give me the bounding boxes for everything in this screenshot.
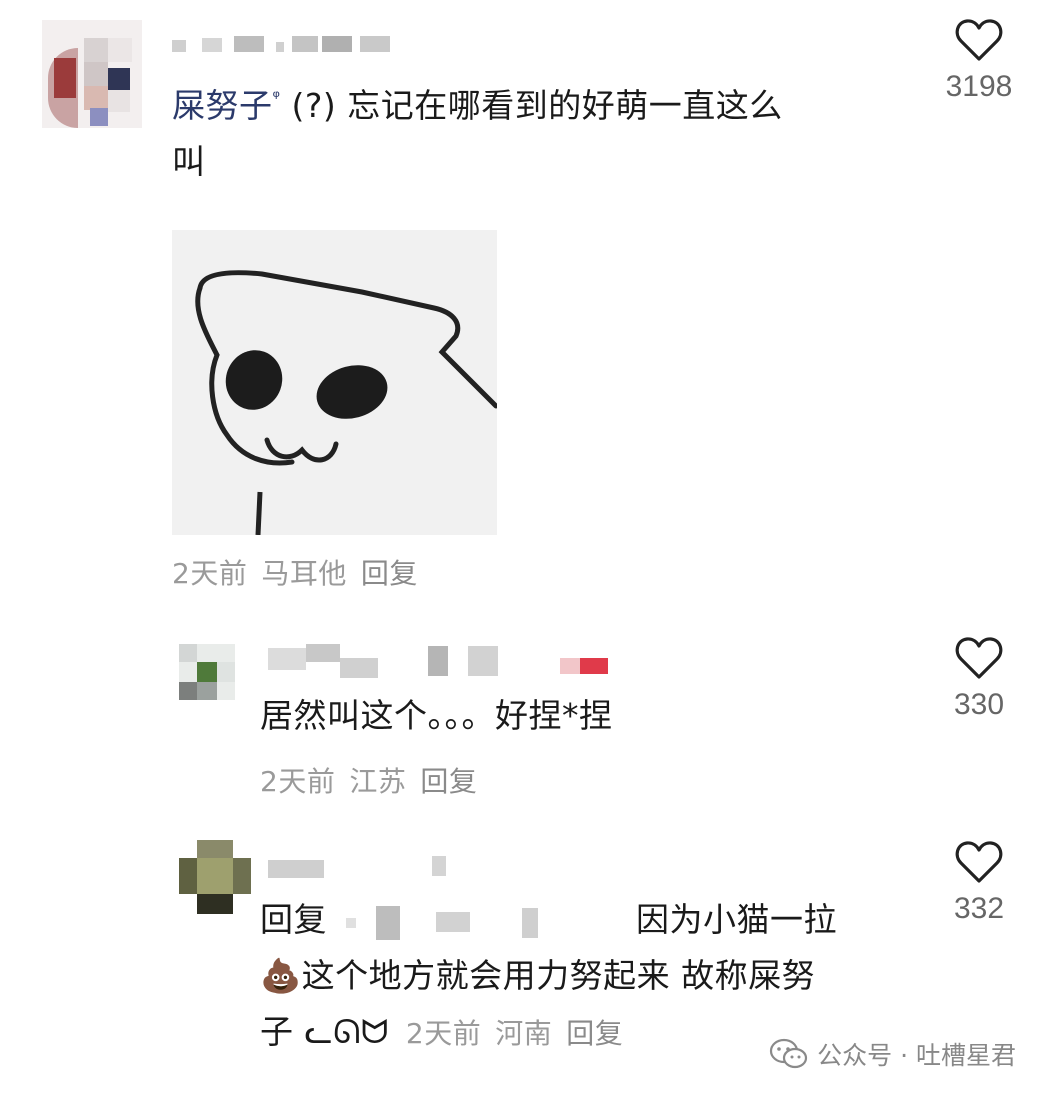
blurred-mention[interactable]: [346, 906, 646, 940]
comment-text-line: 这个地方就会用力努起来 故称屎努: [301, 956, 816, 995]
like-button[interactable]: 3198: [929, 18, 1029, 104]
blurred-username[interactable]: [268, 856, 458, 882]
author-link[interactable]: 屎努子ᵠ: [172, 86, 280, 125]
reply-button[interactable]: 回复: [566, 1017, 623, 1050]
avatar[interactable]: [179, 644, 235, 700]
like-button[interactable]: 330: [929, 636, 1029, 722]
comment-text-line: 子 ᓚᘏᗢ: [260, 1012, 389, 1051]
blurred-username[interactable]: [172, 34, 407, 54]
avatar[interactable]: [179, 840, 251, 914]
comment-meta: 2天前 河南 回复: [406, 1017, 637, 1050]
poop-emoji-icon: 💩: [260, 956, 302, 995]
comment-date: 2天前: [172, 557, 248, 590]
like-count: 3198: [945, 70, 1013, 103]
like-count: 330: [953, 688, 1005, 721]
comment-location: 江苏: [349, 765, 407, 798]
comment-meta: 2天前 江苏 回复: [260, 760, 491, 800]
comment-location: 马耳他: [261, 557, 347, 590]
watermark-label: 公众号 · 吐槽星君: [817, 1041, 1016, 1070]
comment-text-line: (?) 忘记在哪看到的好萌一直这么: [291, 86, 783, 125]
watermark: 公众号 · 吐槽星君: [769, 1036, 1016, 1072]
heart-icon[interactable]: [955, 18, 1003, 62]
blurred-username[interactable]: [268, 644, 628, 680]
wechat-icon: [770, 1038, 808, 1069]
reply-button[interactable]: 回复: [361, 557, 418, 590]
reply-prefix: 回复: [260, 900, 327, 939]
heart-icon[interactable]: [955, 636, 1003, 680]
comment-text-line: 叫: [172, 142, 206, 181]
comment-location: 河南: [495, 1017, 553, 1050]
like-count: 332: [953, 892, 1005, 925]
comment-date: 2天前: [405, 1017, 482, 1050]
comment-date: 2天前: [260, 765, 336, 798]
avatar[interactable]: [42, 20, 142, 128]
comment-body: 屎努子ᵠ (?) 忘记在哪看到的好萌一直这么 叫: [172, 70, 912, 190]
like-button[interactable]: 332: [929, 840, 1029, 926]
comment-text: 居然叫这个。。。好捏*捏: [260, 696, 613, 735]
comment-meta: 2天前 马耳他 回复: [172, 552, 432, 592]
heart-icon[interactable]: [955, 840, 1003, 884]
comment-text-line: 因为小猫一拉: [636, 900, 837, 939]
reply-button[interactable]: 回复: [420, 765, 477, 798]
cat-sticker-image[interactable]: [172, 230, 499, 536]
